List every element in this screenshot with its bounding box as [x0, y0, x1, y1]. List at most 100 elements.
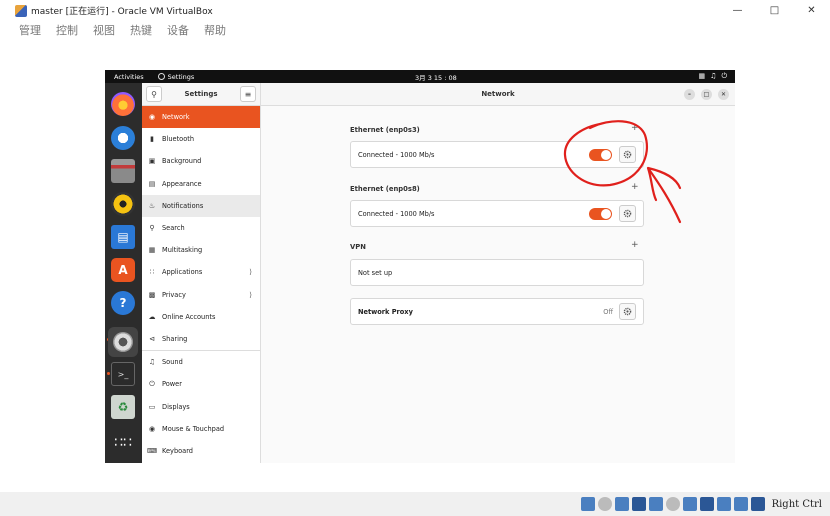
ethernet-enp0s3-toggle[interactable] [589, 148, 612, 161]
ethernet-enp0s8-settings-button[interactable] [619, 205, 636, 222]
sidebar-item-label: Online Accounts [162, 312, 216, 321]
system-tray[interactable]: ▦ ♫ ⏻ [699, 72, 727, 81]
add-connection-button[interactable]: + [631, 182, 639, 192]
sidebar-item-label: Mouse & Touchpad [162, 424, 225, 433]
shared-folders-icon[interactable] [665, 497, 680, 511]
help-icon[interactable]: ? [111, 291, 135, 315]
sidebar-item-displays[interactable]: ▭ Displays [142, 395, 260, 417]
ethernet-enp0s3-settings-button[interactable] [619, 146, 636, 163]
multitasking-icon: ▦ [148, 246, 156, 255]
sidebar-item-appearance[interactable]: ▤ Appearance [142, 173, 260, 195]
menu-hotkeys[interactable]: 热键 [130, 22, 152, 38]
ethernet-enp0s8-toggle[interactable] [589, 207, 612, 220]
rhythmbox-icon[interactable] [111, 192, 135, 216]
menu-view[interactable]: 视图 [93, 22, 115, 38]
power-tray-icon: ⏻ [721, 72, 727, 80]
firefox-icon[interactable] [111, 92, 135, 116]
sidebar-item-privacy[interactable]: ▩ Privacy ⟩ [142, 284, 260, 306]
app-menu-label: Settings [167, 72, 195, 81]
sidebar-item-label: Privacy [162, 290, 186, 299]
sidebar-item-label: Keyboard [162, 446, 193, 455]
window-maximize-button[interactable]: □ [701, 88, 712, 100]
panel-header: Network – □ ✕ [261, 83, 735, 106]
applications-icon: ∷ [149, 268, 155, 277]
optical-drive-icon[interactable] [597, 497, 612, 511]
clock[interactable]: 3月 3 15 : 08 [415, 72, 457, 82]
keyboard-capture-icon[interactable] [750, 497, 765, 511]
close-button[interactable]: ✕ [793, 0, 830, 21]
gear-icon [623, 307, 632, 316]
sidebar-item-power[interactable]: ⏻ Power [142, 373, 260, 395]
ethernet-enp0s8-status: Connected - 1000 Mb/s [358, 209, 435, 218]
network-tray-icon: ▦ [698, 72, 706, 80]
ethernet-enp0s8-title: Ethernet (enp0s8) [350, 185, 420, 193]
menu-control[interactable]: 控制 [56, 22, 78, 38]
audio-icon[interactable] [614, 497, 629, 511]
network-proxy-settings-button[interactable] [619, 303, 636, 320]
hard-disk-icon[interactable] [580, 497, 595, 511]
sidebar-item-label: Bluetooth [162, 135, 195, 144]
settings-icon[interactable] [108, 327, 138, 357]
virtualbox-icon [15, 4, 27, 17]
terminal-icon[interactable]: >_ [111, 362, 135, 386]
network-status-icon[interactable] [631, 497, 646, 511]
host-statusbar: Right Ctrl [0, 492, 830, 516]
mouse-integration-icon[interactable] [733, 497, 748, 511]
background-icon: ▣ [148, 157, 156, 166]
menu-help[interactable]: 帮助 [204, 22, 226, 38]
sidebar-item-bluetooth[interactable]: ▮ Bluetooth [142, 128, 260, 150]
sidebar-item-label: Power [162, 380, 182, 389]
power-icon: ⏻ [149, 379, 155, 388]
sidebar-item-multitasking[interactable]: ▦ Multitasking [142, 239, 260, 261]
recording-icon[interactable] [699, 497, 714, 511]
sidebar-item-sharing[interactable]: ⊲ Sharing [142, 328, 260, 350]
usb-icon[interactable] [648, 497, 663, 511]
sidebar-item-keyboard[interactable]: ⌨ Keyboard [142, 440, 260, 462]
settings-sidebar: ⚲ Settings ≡ ◉ Network ▮ Bluetooth ▣ Backgr… [142, 83, 261, 463]
trash-icon[interactable]: ♻ [111, 395, 135, 419]
sidebar-item-sound[interactable]: ♫ Sound [142, 351, 260, 373]
search-button[interactable]: ⚲ [146, 86, 162, 102]
sidebar-item-label: Background [162, 157, 202, 166]
ethernet-enp0s3-status: Connected - 1000 Mb/s [358, 150, 435, 159]
sidebar-item-applications[interactable]: ∷ Applications ⟩ [142, 261, 260, 283]
software-icon[interactable]: A [111, 258, 135, 282]
sidebar-item-background[interactable]: ▣ Background [142, 150, 260, 172]
share-icon: ⊲ [149, 334, 155, 343]
activities-button[interactable]: Activities [114, 73, 144, 81]
sidebar-item-search[interactable]: ⚲ Search [142, 217, 260, 239]
add-connection-button[interactable]: + [631, 123, 639, 133]
host-key-label: Right Ctrl [771, 498, 822, 510]
ethernet-enp0s3-row: Connected - 1000 Mb/s [350, 141, 644, 168]
sidebar-item-mouse-touchpad[interactable]: ◉ Mouse & Touchpad [142, 418, 260, 440]
bell-icon: ♨ [148, 201, 156, 210]
menu-manage[interactable]: 管理 [19, 22, 41, 38]
mouse-icon: ◉ [148, 424, 156, 433]
thunderbird-icon[interactable] [111, 126, 135, 150]
writer-icon[interactable]: ▤ [111, 225, 135, 249]
app-menu[interactable]: Settings [157, 72, 195, 81]
minimize-button[interactable]: — [719, 0, 756, 21]
window-minimize-button[interactable]: – [684, 88, 695, 100]
sidebar-item-online-accounts[interactable]: ☁ Online Accounts [142, 306, 260, 328]
menu-devices[interactable]: 设备 [167, 22, 189, 38]
bluetooth-icon: ▮ [150, 135, 154, 144]
vpn-row[interactable]: Not set up [350, 259, 644, 286]
hamburger-menu-button[interactable]: ≡ [239, 86, 256, 102]
volume-icon: ♫ [710, 72, 717, 80]
network-proxy-row[interactable]: Network Proxy Off [350, 298, 644, 325]
host-window-title: master [正在运行] - Oracle VM VirtualBox [31, 7, 213, 17]
settings-small-icon [157, 73, 165, 80]
window-close-button[interactable]: ✕ [718, 88, 729, 100]
display-status-icon[interactable] [682, 497, 697, 511]
files-icon[interactable] [111, 159, 135, 183]
apps-grid-icon[interactable]: ∷∷ [111, 431, 135, 455]
network-proxy-value: Off [603, 307, 613, 316]
vt-x-icon[interactable] [716, 497, 731, 511]
sidebar-item-network[interactable]: ◉ Network [142, 106, 260, 129]
maximize-button[interactable]: □ [756, 0, 793, 21]
gear-icon [623, 209, 632, 218]
sidebar-item-notifications[interactable]: ♨ Notifications [142, 194, 260, 217]
host-menubar: 管理 控制 视图 热键 设备 帮助 [0, 21, 830, 39]
add-vpn-button[interactable]: + [631, 240, 639, 250]
